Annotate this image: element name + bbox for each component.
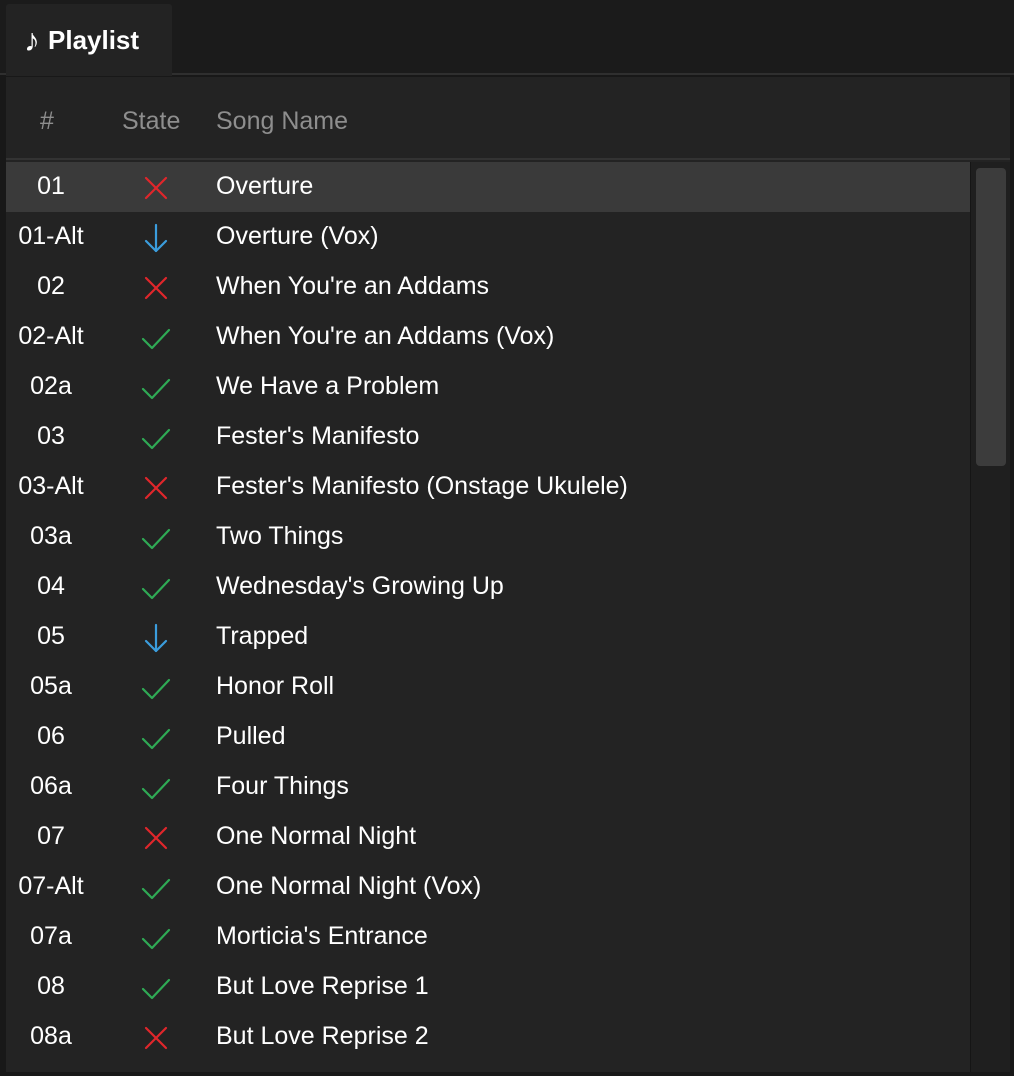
song-name: When You're an Addams [216, 272, 490, 300]
column-header-song-name[interactable]: Song Name [216, 107, 348, 136]
checkmark-icon [136, 372, 176, 404]
track-number: 07 [37, 822, 65, 850]
checkmark-icon [136, 672, 176, 704]
checkmark-icon [136, 322, 176, 354]
checkmark-icon [136, 422, 176, 454]
tab-label: Playlist [48, 24, 140, 55]
song-name: Honor Roll [216, 672, 335, 700]
music-note-icon: ♪ [24, 22, 40, 58]
table-row[interactable]: 03-Alt Fester's Manifesto (Onstage Ukulel… [6, 462, 970, 512]
table-row[interactable]: 05a Honor Roll [6, 662, 970, 712]
table-row[interactable]: 07 One Normal Night [6, 812, 970, 862]
track-number: 03a [30, 522, 72, 550]
checkmark-icon [136, 922, 176, 954]
table-row[interactable]: 05 Trapped [6, 612, 970, 662]
track-number: 02 [37, 272, 65, 300]
download-arrow-icon [136, 622, 176, 654]
track-number: 06 [37, 722, 65, 750]
error-x-icon [136, 272, 176, 304]
download-arrow-icon [136, 222, 176, 254]
checkmark-icon [136, 972, 176, 1004]
track-number: 02a [30, 372, 72, 400]
checkmark-icon [136, 572, 176, 604]
song-name: When You're an Addams (Vox) [216, 322, 555, 350]
track-number: 05 [37, 622, 65, 650]
table-header: # State Song Name [6, 77, 1010, 160]
track-number: 03 [37, 422, 65, 450]
song-name: We Have a Problem [216, 372, 440, 400]
song-name: Trapped [216, 622, 309, 650]
song-name: But Love Reprise 2 [216, 1022, 429, 1050]
table-row[interactable]: 03 Fester's Manifesto [6, 412, 970, 462]
track-number: 07a [30, 922, 72, 950]
song-name: Fester's Manifesto (Onstage Ukulele) [216, 472, 628, 500]
column-header-state[interactable]: State [122, 107, 180, 136]
table-row[interactable]: 02 When You're an Addams [6, 262, 970, 312]
table-row[interactable]: 01-Alt Overture (Vox) [6, 212, 970, 262]
track-number: 06a [30, 772, 72, 800]
song-name: Overture (Vox) [216, 222, 379, 250]
checkmark-icon [136, 772, 176, 804]
checkmark-icon [136, 722, 176, 754]
track-number: 08a [30, 1022, 72, 1050]
table-row[interactable]: 03a Two Things [6, 512, 970, 562]
table-row[interactable]: 07a Morticia's Entrance [6, 912, 970, 962]
track-number: 03-Alt [18, 472, 84, 500]
song-name: Overture [216, 172, 314, 200]
song-name: Two Things [216, 522, 344, 550]
vertical-scrollbar[interactable] [970, 162, 1010, 1072]
song-name: Pulled [216, 722, 286, 750]
track-number: 01-Alt [18, 222, 84, 250]
tab-playlist[interactable]: ♪ Playlist [6, 4, 172, 76]
column-header-number[interactable]: # [40, 107, 54, 136]
song-name: Morticia's Entrance [216, 922, 428, 950]
song-name: One Normal Night [216, 822, 417, 850]
table-row[interactable]: 02-Alt When You're an Addams (Vox) [6, 312, 970, 362]
table-row[interactable]: 02a We Have a Problem [6, 362, 970, 412]
scrollbar-thumb[interactable] [976, 168, 1006, 466]
table-row[interactable]: 01 Overture [6, 162, 970, 212]
playlist-window: ♪ Playlist # State Song Name 01 Overture 0… [0, 0, 1014, 1076]
song-list: 01 Overture 01-Alt Overture (Vox) 02 When You… [6, 162, 970, 1072]
table-row[interactable]: 07-Alt One Normal Night (Vox) [6, 862, 970, 912]
song-name: Wednesday's Growing Up [216, 572, 504, 600]
checkmark-icon [136, 522, 176, 554]
error-x-icon [136, 172, 176, 204]
song-name: But Love Reprise 1 [216, 972, 429, 1000]
track-number: 08 [37, 972, 65, 1000]
track-number: 01 [37, 172, 65, 200]
song-name: Fester's Manifesto [216, 422, 420, 450]
table-row[interactable]: 04 Wednesday's Growing Up [6, 562, 970, 612]
playlist-panel: # State Song Name 01 Overture 01-Alt Overtu… [6, 77, 1010, 1072]
table-row[interactable]: 06 Pulled [6, 712, 970, 762]
checkmark-icon [136, 872, 176, 904]
song-name: One Normal Night (Vox) [216, 872, 482, 900]
song-name: Four Things [216, 772, 349, 800]
error-x-icon [136, 822, 176, 854]
track-number: 05a [30, 672, 72, 700]
table-row[interactable]: 08a But Love Reprise 2 [6, 1012, 970, 1062]
tab-bar: ♪ Playlist [0, 0, 1014, 76]
table-row[interactable]: 06a Four Things [6, 762, 970, 812]
track-number: 02-Alt [18, 322, 84, 350]
table-row[interactable]: 08 But Love Reprise 1 [6, 962, 970, 1012]
track-number: 07-Alt [18, 872, 84, 900]
error-x-icon [136, 1022, 176, 1054]
track-number: 04 [37, 572, 65, 600]
error-x-icon [136, 472, 176, 504]
